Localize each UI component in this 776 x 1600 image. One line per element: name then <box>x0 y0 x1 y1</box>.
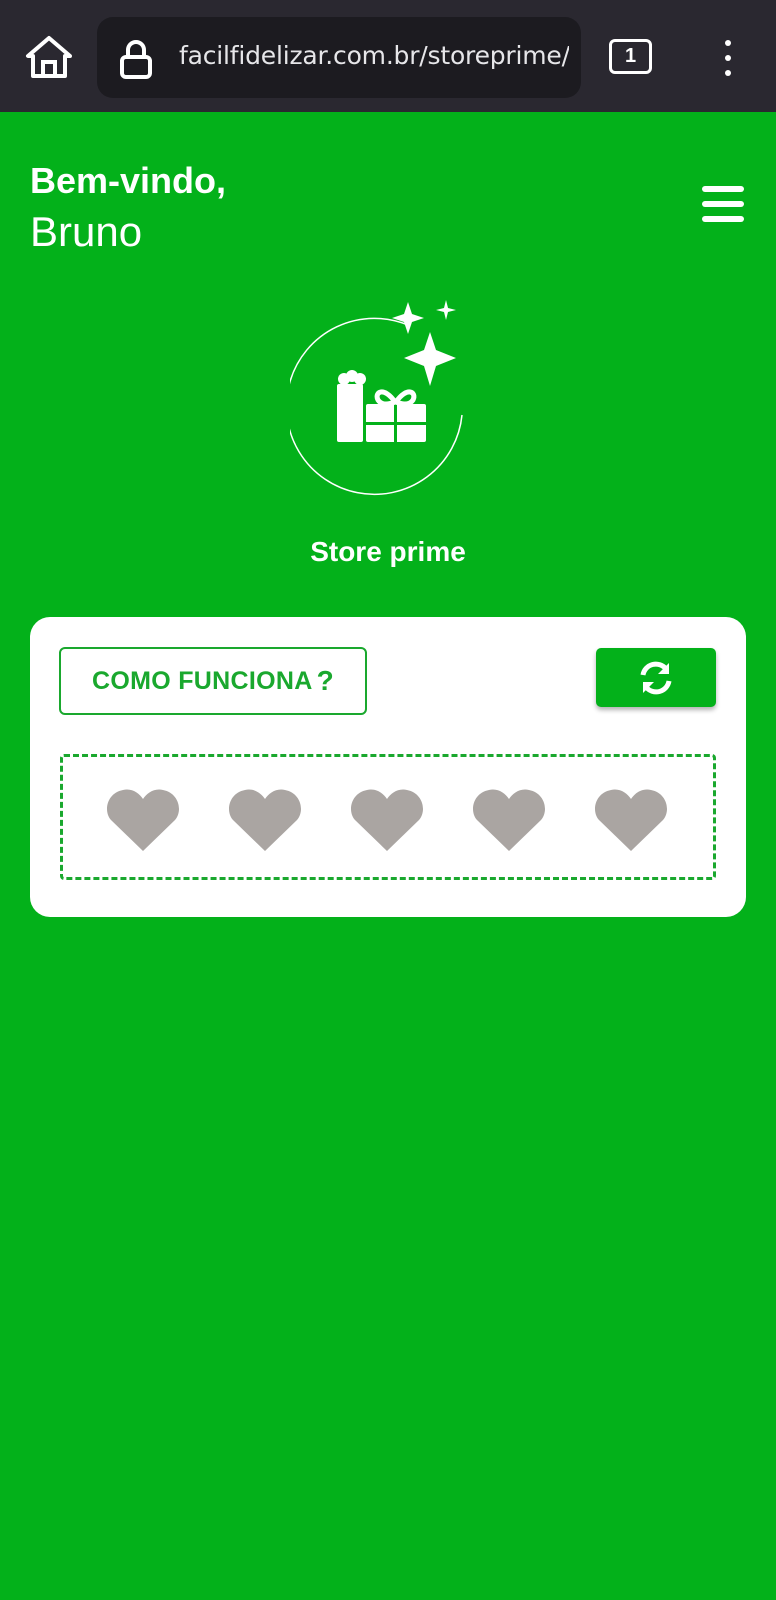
refresh-icon <box>640 661 672 695</box>
home-icon[interactable] <box>24 34 74 80</box>
more-options-icon[interactable] <box>712 38 744 78</box>
how-it-works-button[interactable]: COMO FUNCIONA ? <box>59 647 367 715</box>
heart-icon <box>227 787 303 853</box>
browser-toolbar: facilfidelizar.com.br/storeprime/m 1 <box>0 0 776 112</box>
menu-icon[interactable] <box>702 186 744 222</box>
user-name: Bruno <box>30 208 143 255</box>
store-logo <box>285 300 480 510</box>
how-it-works-label: COMO FUNCIONA <box>92 666 313 695</box>
heart-icon <box>593 787 669 853</box>
refresh-button[interactable] <box>596 648 716 707</box>
lock-icon <box>119 39 153 79</box>
heart-icon <box>105 787 181 853</box>
address-bar[interactable]: facilfidelizar.com.br/storeprime/m <box>97 17 581 98</box>
heart-icon <box>471 787 547 853</box>
heart-icon <box>349 787 425 853</box>
welcome-text: Bem-vindo, <box>30 160 227 201</box>
hearts-progress <box>60 754 716 880</box>
loyalty-card: COMO FUNCIONA ? <box>30 617 746 917</box>
url-text: facilfidelizar.com.br/storeprime/m <box>179 41 569 70</box>
question-mark: ? <box>316 665 334 696</box>
tab-count-button[interactable]: 1 <box>609 39 652 74</box>
gift-icon <box>285 300 463 496</box>
store-title: Store prime <box>310 536 466 567</box>
